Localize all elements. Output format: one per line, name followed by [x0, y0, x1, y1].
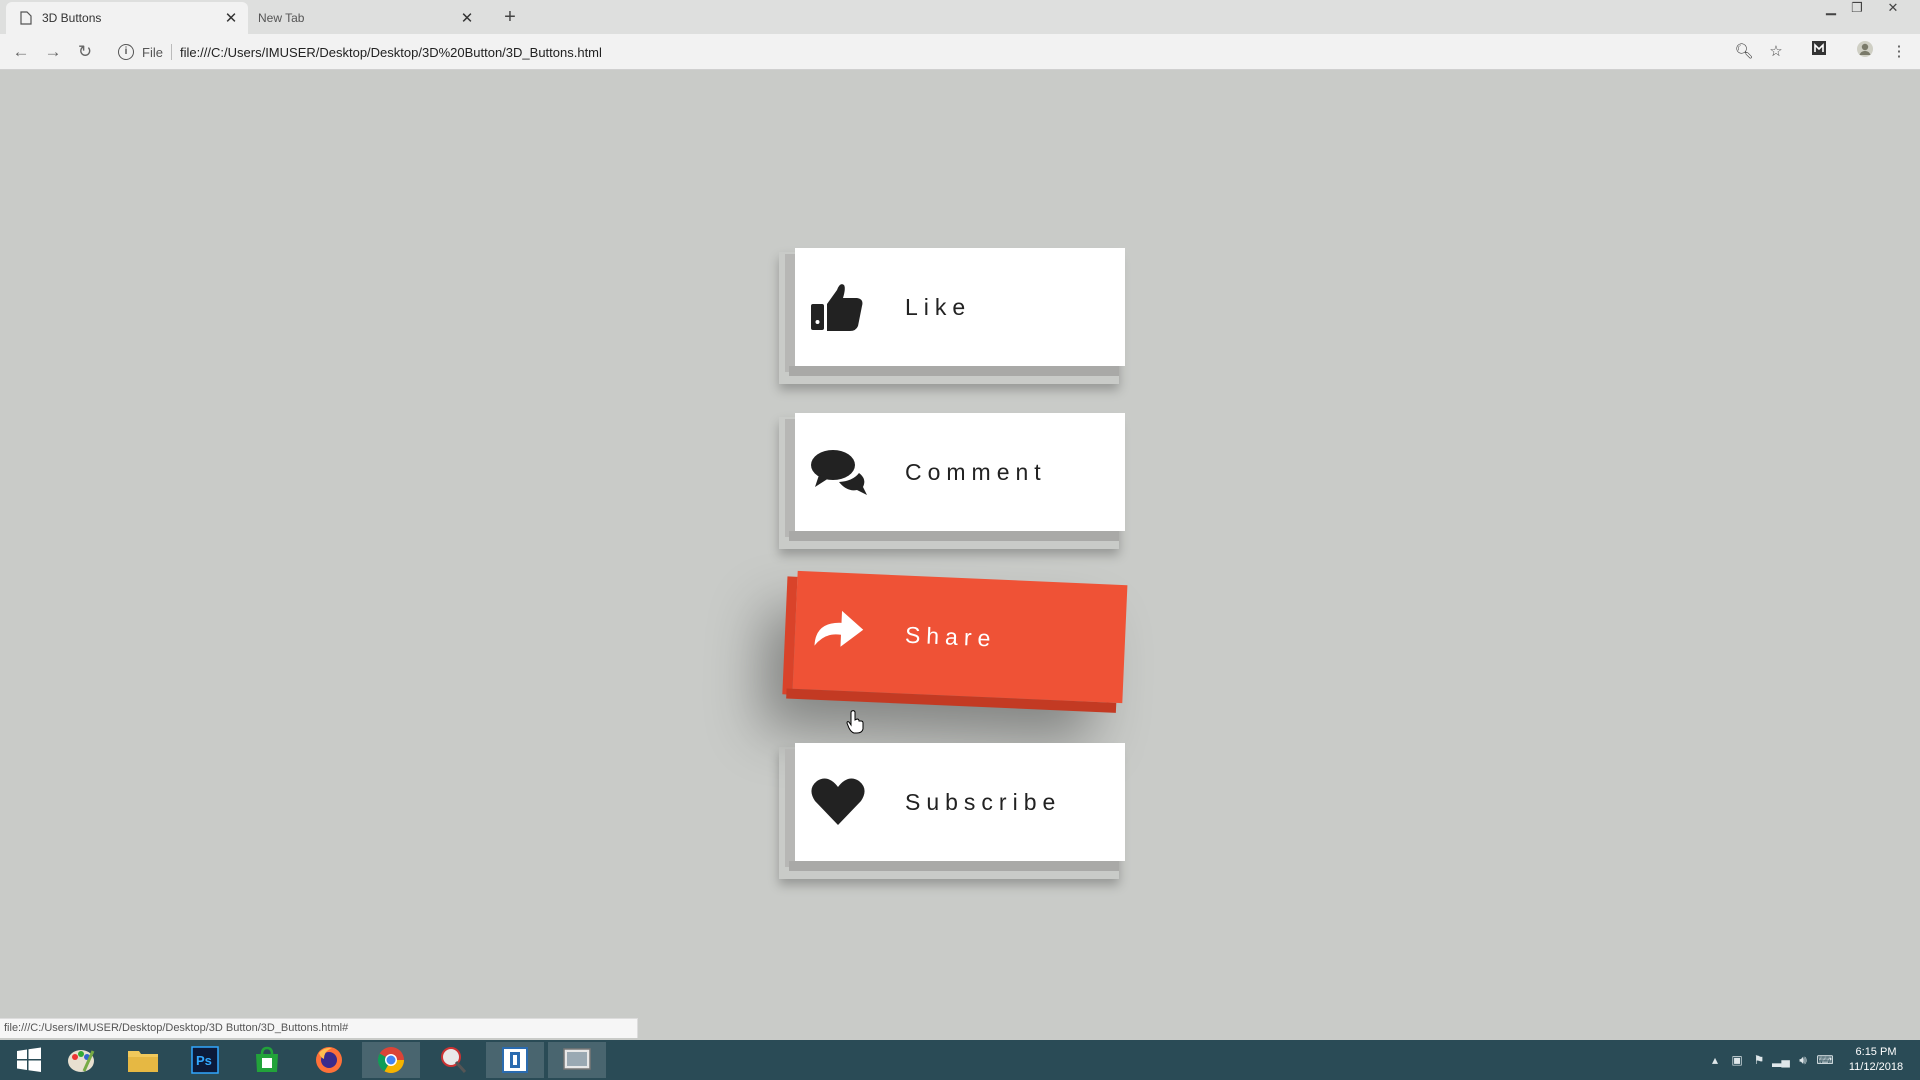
taskbar: Ps ▴ ▣ ⚑ ▂▄ 🔊︎ ⌨ 6:15 PM 11/12/2018 — [0, 1040, 1920, 1080]
profile-avatar[interactable] — [1853, 40, 1877, 64]
tab-3d-buttons[interactable]: 3D Buttons ✕ — [6, 2, 248, 34]
comments-icon — [811, 450, 867, 495]
security-label: File — [142, 44, 163, 60]
app-icon[interactable] — [486, 1042, 544, 1078]
heart-icon — [811, 778, 865, 825]
restore-icon[interactable]: ❐ — [1844, 0, 1870, 22]
address-bar[interactable]: i File file:///C:/Users/IMUSER/Desktop/D… — [110, 38, 1790, 66]
share-button[interactable]: Share — [782, 570, 1128, 713]
thumbs-up-icon — [811, 284, 863, 331]
clock-date: 11/12/2018 — [1848, 1061, 1904, 1073]
chevron-up-icon[interactable]: ▴ — [1704, 1040, 1726, 1080]
zoom-icon[interactable]: 🔍︎ — [1732, 40, 1756, 64]
new-tab-button[interactable]: + — [498, 5, 522, 29]
forward-icon[interactable]: → — [41, 40, 65, 64]
window-close-icon[interactable]: ✕ — [1880, 0, 1906, 22]
page-icon — [20, 11, 32, 25]
status-url-bubble: file:///C:/Users/IMUSER/Desktop/Desktop/… — [0, 1018, 638, 1038]
button-label: Comment — [905, 459, 1047, 485]
like-button[interactable]: Like — [785, 248, 1125, 376]
chrome-icon[interactable] — [362, 1042, 420, 1078]
flag-icon[interactable]: ⚑ — [1748, 1040, 1770, 1080]
button-side — [785, 254, 795, 372]
system-tray: ▴ ▣ ⚑ ▂▄ 🔊︎ ⌨ 6:15 PM 11/12/2018 — [1704, 1040, 1920, 1080]
button-side — [785, 749, 795, 867]
close-icon[interactable]: ✕ — [220, 9, 242, 27]
button-side — [789, 366, 1119, 376]
hand-cursor-icon — [846, 710, 864, 734]
extension-icon[interactable] — [1807, 40, 1831, 64]
tab-strip: 3D Buttons ✕ New Tab ✕ + ▁ ❐ ✕ — [0, 0, 1920, 34]
monitor-icon[interactable]: ▣ — [1726, 1040, 1748, 1080]
minimize-icon[interactable]: ▁ — [1818, 0, 1844, 22]
comment-button[interactable]: Comment — [785, 413, 1125, 541]
clock-time: 6:15 PM — [1855, 1046, 1897, 1058]
close-icon[interactable]: ✕ — [456, 9, 478, 27]
bookmark-star-icon[interactable]: ☆ — [1764, 40, 1788, 64]
url-text[interactable]: file:///C:/Users/IMUSER/Desktop/Desktop/… — [180, 45, 602, 60]
reload-icon[interactable]: ↻ — [73, 40, 97, 64]
subscribe-button[interactable]: Subscribe — [785, 743, 1125, 871]
photoshop-icon[interactable]: Ps — [176, 1042, 234, 1078]
keyboard-icon[interactable]: ⌨ — [1814, 1040, 1836, 1080]
menu-icon[interactable]: ⋮ — [1887, 40, 1911, 64]
info-icon[interactable]: i — [118, 44, 134, 60]
button-label: Like — [905, 294, 972, 320]
photoshop-label: Ps — [196, 1053, 212, 1068]
firefox-icon[interactable] — [300, 1042, 358, 1078]
clock[interactable]: 6:15 PM 11/12/2018 — [1836, 1045, 1916, 1075]
share-icon — [814, 610, 864, 647]
button-side — [789, 531, 1119, 541]
file-explorer-icon[interactable] — [114, 1042, 172, 1078]
windows-start-icon[interactable] — [0, 1042, 58, 1078]
page-content: Like Comment Share Subscribe — [0, 70, 1920, 1020]
store-icon[interactable] — [238, 1042, 296, 1078]
screen-recorder-icon[interactable] — [548, 1042, 606, 1078]
tab-title: 3D Buttons — [42, 11, 102, 25]
volume-icon[interactable]: 🔊︎ — [1792, 1040, 1814, 1080]
button-side — [789, 861, 1119, 871]
network-icon[interactable]: ▂▄ — [1770, 1040, 1792, 1080]
button-side — [782, 576, 798, 695]
button-label: Subscribe — [905, 789, 1062, 815]
browser-toolbar: ← → ↻ i File file:///C:/Users/IMUSER/Des… — [0, 34, 1920, 70]
paint-app-icon[interactable] — [52, 1042, 110, 1078]
snipping-app-icon[interactable] — [424, 1042, 482, 1078]
tab-new-tab[interactable]: New Tab ✕ — [252, 2, 484, 34]
button-side — [785, 419, 795, 537]
back-icon[interactable]: ← — [9, 40, 33, 64]
tab-title: New Tab — [258, 11, 305, 25]
divider — [170, 44, 172, 60]
button-label: Share — [904, 621, 997, 652]
